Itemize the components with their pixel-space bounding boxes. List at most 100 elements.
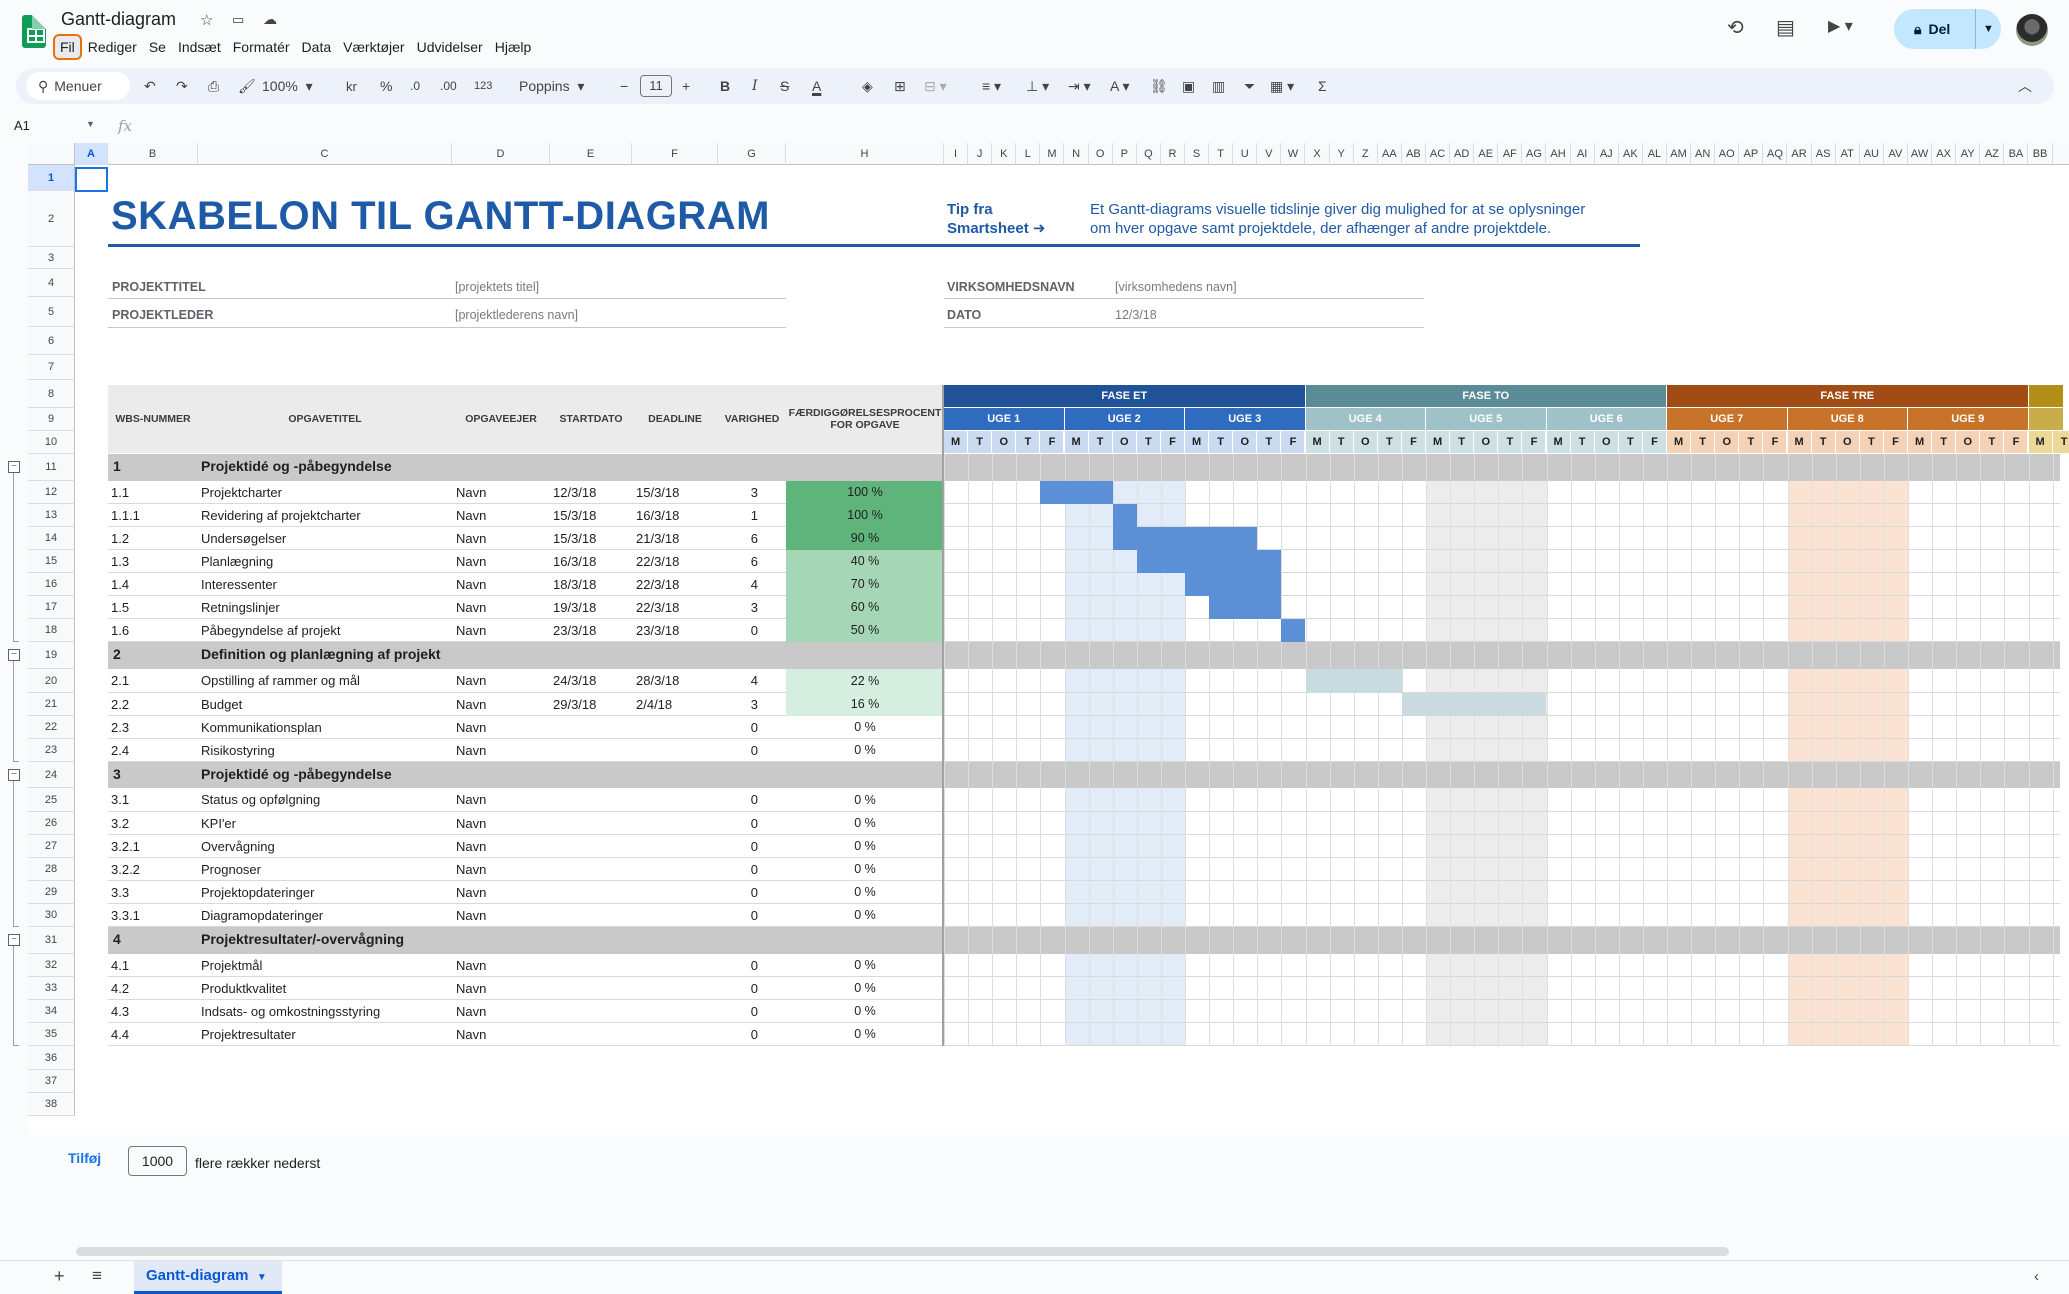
deadline-cell[interactable]: 2/4/18 bbox=[636, 697, 716, 712]
column-header[interactable]: S bbox=[1185, 143, 1210, 165]
percent-cell[interactable]: 0 % bbox=[786, 977, 944, 1000]
column-header[interactable]: AH bbox=[1547, 143, 1571, 165]
start-date-cell[interactable]: 18/3/18 bbox=[553, 577, 631, 592]
percent-cell[interactable]: 0 % bbox=[786, 904, 944, 927]
collapse-toolbar-icon[interactable]: ︿ bbox=[2018, 68, 2032, 104]
cloud-status-icon[interactable]: ☁ bbox=[263, 11, 277, 28]
owner-cell[interactable]: Navn bbox=[456, 600, 546, 615]
column-header[interactable]: A bbox=[75, 143, 108, 165]
document-title[interactable]: Gantt-diagram bbox=[61, 9, 176, 30]
task-title-cell[interactable]: Projektresultater bbox=[201, 1027, 451, 1042]
row-header[interactable]: 5 bbox=[28, 297, 75, 327]
wbs-cell[interactable]: 2.4 bbox=[111, 743, 196, 758]
group-collapse-icon[interactable]: − bbox=[8, 934, 20, 946]
task-title-cell[interactable]: Planlægning bbox=[201, 554, 451, 569]
row-header[interactable]: 7 bbox=[28, 355, 75, 380]
duration-cell[interactable]: 3 bbox=[718, 485, 758, 500]
row-header[interactable]: 14 bbox=[28, 527, 75, 550]
wbs-cell[interactable]: 3.3 bbox=[111, 885, 196, 900]
deadline-cell[interactable]: 16/3/18 bbox=[636, 508, 716, 523]
row-header[interactable]: 22 bbox=[28, 716, 75, 739]
name-box-dropdown-icon[interactable]: ▼ bbox=[86, 119, 95, 129]
currency-format-button[interactable]: kr bbox=[346, 68, 357, 104]
start-date-cell[interactable]: 19/3/18 bbox=[553, 600, 631, 615]
column-header[interactable]: Y bbox=[1330, 143, 1354, 165]
percent-cell[interactable]: 40 % bbox=[786, 550, 944, 573]
column-header[interactable]: AL bbox=[1643, 143, 1667, 165]
wbs-cell[interactable]: 2.1 bbox=[111, 673, 196, 688]
wbs-cell[interactable]: 1.5 bbox=[111, 600, 196, 615]
gantt-bar[interactable] bbox=[1305, 669, 1402, 693]
row-header[interactable]: 11 bbox=[28, 454, 75, 481]
row-header[interactable]: 23 bbox=[28, 739, 75, 762]
deadline-cell[interactable]: 22/3/18 bbox=[636, 600, 716, 615]
column-header[interactable]: AQ bbox=[1763, 143, 1788, 165]
percent-cell[interactable]: 100 % bbox=[786, 504, 944, 527]
column-header[interactable]: AN bbox=[1691, 143, 1716, 165]
column-header[interactable]: BA bbox=[2004, 143, 2029, 165]
column-header[interactable]: P bbox=[1113, 143, 1137, 165]
row-header[interactable]: 30 bbox=[28, 904, 75, 927]
column-header[interactable]: R bbox=[1161, 143, 1185, 165]
wbs-cell[interactable]: 1.6 bbox=[111, 623, 196, 638]
move-folder-icon[interactable]: ▭ bbox=[232, 12, 244, 28]
percent-format-button[interactable]: % bbox=[380, 68, 392, 104]
percent-cell[interactable]: 0 % bbox=[786, 1000, 944, 1023]
merge-cells-icon[interactable]: ⊟ ▾ bbox=[924, 68, 947, 104]
duration-cell[interactable]: 0 bbox=[718, 743, 758, 758]
column-header[interactable]: G bbox=[718, 143, 786, 165]
duration-cell[interactable]: 0 bbox=[718, 1027, 758, 1042]
percent-cell[interactable]: 0 % bbox=[786, 1023, 944, 1046]
menu-data[interactable]: Data bbox=[296, 34, 338, 60]
row-header[interactable]: 34 bbox=[28, 1000, 75, 1023]
align-icon[interactable]: ≡ ▾ bbox=[982, 68, 1001, 104]
duration-cell[interactable]: 0 bbox=[718, 1004, 758, 1019]
percent-cell[interactable]: 70 % bbox=[786, 573, 944, 596]
row-header[interactable]: 2 bbox=[28, 191, 75, 247]
row-header[interactable]: 6 bbox=[28, 327, 75, 355]
menu-format[interactable]: Formatér bbox=[227, 34, 296, 60]
project-lead-value[interactable]: [projektlederens navn] bbox=[455, 308, 578, 322]
column-header[interactable]: AW bbox=[1908, 143, 1933, 165]
row-header[interactable]: 26 bbox=[28, 812, 75, 835]
owner-cell[interactable]: Navn bbox=[456, 743, 546, 758]
wbs-cell[interactable]: 1.1 bbox=[111, 485, 196, 500]
row-header[interactable]: 13 bbox=[28, 504, 75, 527]
row-header[interactable]: 17 bbox=[28, 596, 75, 619]
task-title-cell[interactable]: Interessenter bbox=[201, 577, 451, 592]
sheet-tab-gantt[interactable]: Gantt-diagram ▼ bbox=[134, 1261, 282, 1294]
paint-format-icon[interactable]: 🖌︎ bbox=[238, 68, 256, 104]
column-header[interactable]: H bbox=[786, 143, 944, 165]
gantt-bar[interactable] bbox=[1209, 596, 1282, 619]
task-title-cell[interactable]: Projektopdateringer bbox=[201, 885, 451, 900]
column-header[interactable]: J bbox=[968, 143, 993, 165]
deadline-cell[interactable]: 15/3/18 bbox=[636, 485, 716, 500]
wbs-cell[interactable]: 3.2 bbox=[111, 816, 196, 831]
owner-cell[interactable]: Navn bbox=[456, 531, 546, 546]
row-header[interactable]: 4 bbox=[28, 269, 75, 297]
wbs-cell[interactable]: 2.3 bbox=[111, 720, 196, 735]
owner-cell[interactable]: Navn bbox=[456, 508, 546, 523]
tab-dropdown-icon[interactable]: ▼ bbox=[257, 1272, 267, 1283]
row-header[interactable]: 31 bbox=[28, 927, 75, 954]
group-collapse-icon[interactable]: − bbox=[8, 461, 20, 473]
version-history-icon[interactable]: ⟲ bbox=[1727, 15, 1744, 40]
zoom-select[interactable]: 100% ▾ bbox=[262, 68, 313, 104]
add-rows-count-input[interactable]: 1000 bbox=[128, 1146, 187, 1176]
column-header[interactable]: BB bbox=[2029, 143, 2053, 165]
percent-cell[interactable]: 60 % bbox=[786, 596, 944, 619]
wbs-cell[interactable]: 3.2.1 bbox=[111, 839, 196, 854]
start-date-cell[interactable]: 24/3/18 bbox=[553, 673, 631, 688]
column-header[interactable]: AS bbox=[1812, 143, 1836, 165]
duration-cell[interactable]: 3 bbox=[718, 600, 758, 615]
duration-cell[interactable]: 0 bbox=[718, 816, 758, 831]
task-title-cell[interactable]: Prognoser bbox=[201, 862, 451, 877]
wbs-cell[interactable]: 4.3 bbox=[111, 1004, 196, 1019]
font-size-decrease-icon[interactable]: − bbox=[620, 68, 628, 104]
duration-cell[interactable]: 0 bbox=[718, 792, 758, 807]
increase-decimal-button[interactable]: .00 bbox=[440, 68, 457, 104]
name-box[interactable]: A1 bbox=[14, 118, 30, 133]
row-header[interactable]: 1 bbox=[28, 165, 75, 191]
duration-cell[interactable]: 0 bbox=[718, 885, 758, 900]
comments-icon[interactable]: ▤ bbox=[1776, 15, 1795, 40]
